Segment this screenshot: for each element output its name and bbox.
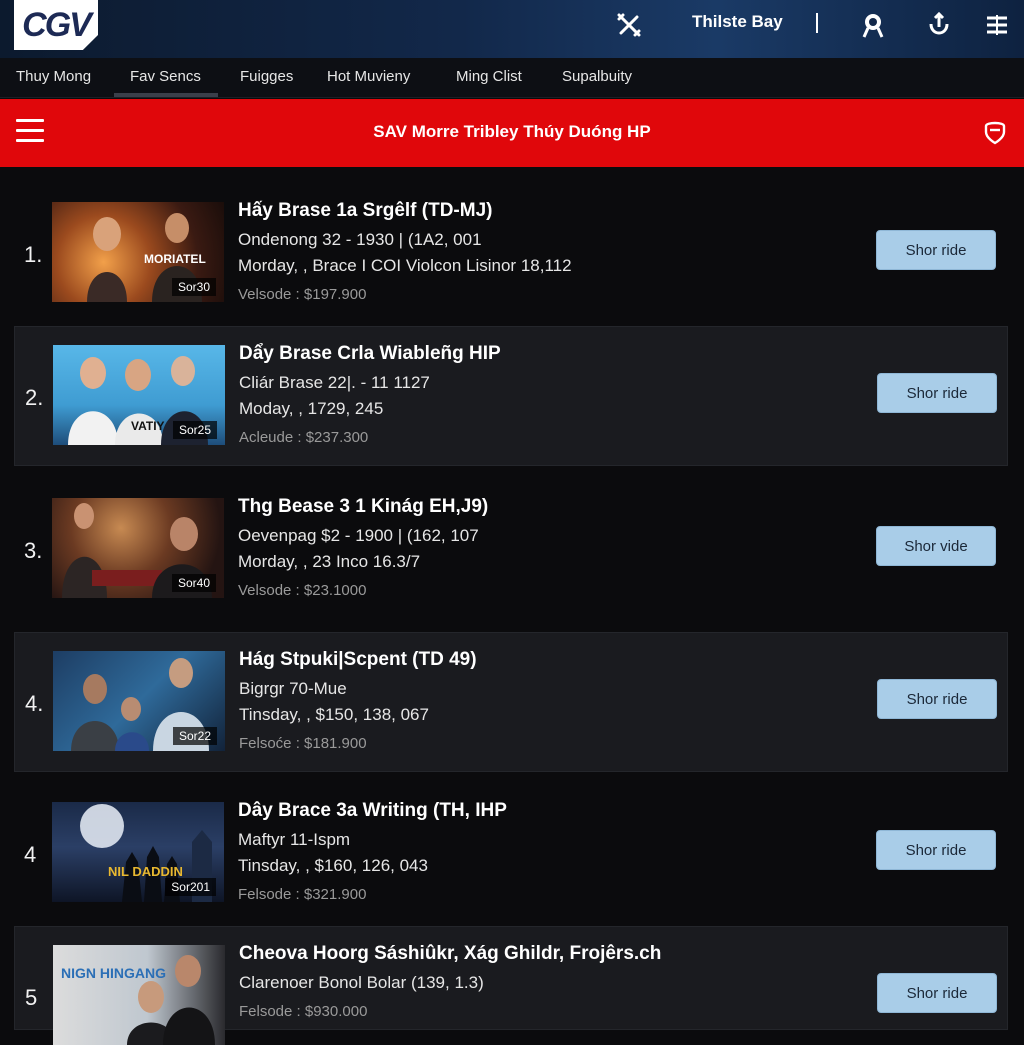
movie-schedule: Maftyr 11-Ispm xyxy=(238,830,351,849)
movie-schedule: Cliár Brase 22|. - 11 1127 xyxy=(239,373,430,392)
poster-title: NIL DADDIN xyxy=(108,864,183,879)
show-ride-button[interactable]: Shor ride xyxy=(876,830,996,870)
rank-number: 5 xyxy=(25,985,38,1010)
movie-title[interactable]: Thg Bease 3 1 Kinág EH,J9) xyxy=(238,496,488,518)
movie-details: Tinsday, , $160, 126, 043 xyxy=(238,856,428,875)
poster-title: VATIY xyxy=(131,419,165,433)
movie-schedule: Clarenoer Bonol Bolar (139, 1.3) xyxy=(239,973,484,992)
show-ride-button[interactable]: Shor ride xyxy=(877,373,997,413)
menu-icon[interactable] xyxy=(982,10,1012,40)
rank-number: 2. xyxy=(25,385,44,410)
list-item[interactable]: 4 NIL DADDIN Sor201 Dây Brace 3a Writing… xyxy=(14,784,1008,924)
show-ride-button[interactable]: Shor ride xyxy=(876,230,996,270)
movie-price: Felsoće : $181.900 xyxy=(239,735,367,752)
rank-number: 1. xyxy=(24,242,43,267)
rank-number: 3. xyxy=(24,538,43,563)
rank-number: 4 xyxy=(24,842,37,867)
showtime-badge: Sor201 xyxy=(165,878,216,896)
movie-schedule: Bigrgr 70-Mue xyxy=(239,679,347,698)
showtime-badge: Sor40 xyxy=(171,574,216,592)
poster-title: MORIATEL xyxy=(144,252,206,266)
movie-poster[interactable]: NIL DADDIN Sor201 xyxy=(52,802,224,902)
tab-thuy-mong[interactable]: Thuy Mong xyxy=(16,68,91,85)
rank-number: 4. xyxy=(25,691,44,716)
list-item[interactable]: 4. Sor22 Hág Stpuki|Scpent (TD 49) Bigrg… xyxy=(14,632,1008,772)
tab-fav-sencs[interactable]: Fav Sencs xyxy=(130,68,201,85)
movie-price: Velsode : $197.900 xyxy=(238,286,367,303)
movie-details: Morday, , 23 Inco 16.3/7 xyxy=(238,552,421,571)
tab-hot-muvieny[interactable]: Hot Muvieny xyxy=(327,68,410,85)
movie-price: Felsode : $930.000 xyxy=(239,1003,368,1020)
tools-icon[interactable] xyxy=(614,10,644,40)
movie-title[interactable]: Dây Brace 3a Writing (TH, IHP xyxy=(238,800,507,822)
shield-icon[interactable] xyxy=(982,118,1008,146)
section-banner: SAV Morre Tribley Thúy Duóng HP xyxy=(0,99,1024,167)
list-item[interactable]: 3. Sor40 Thg Bease 3 1 Kinág EH,J9) Oeve… xyxy=(14,480,1008,620)
banner-title: SAV Morre Tribley Thúy Duóng HP xyxy=(373,122,651,141)
active-tab-indicator xyxy=(114,93,218,97)
user-icon[interactable] xyxy=(858,10,888,40)
movie-price: Acleude : $237.300 xyxy=(239,429,369,446)
movie-title[interactable]: Dẩy Brase Crla Wiableñg HIP xyxy=(239,343,501,365)
movie-details: Morday, , Brace I COI Violcon Lisinor 18… xyxy=(238,256,572,275)
header-divider xyxy=(816,13,818,33)
movie-details: Tinsday, , $150, 138, 067 xyxy=(239,705,429,724)
tab-fuigges[interactable]: Fuigges xyxy=(240,68,293,85)
showtime-badge: Sor22 xyxy=(172,727,217,745)
movie-poster[interactable]: Sor22 xyxy=(53,651,225,751)
movie-poster[interactable]: MORIATEL Sor30 xyxy=(52,202,224,302)
movie-title[interactable]: Hág Stpuki|Scpent (TD 49) xyxy=(239,649,477,671)
movie-price: Felsode : $321.900 xyxy=(238,886,367,903)
nav-bar: Thuy Mong Fav Sencs Fuigges Hot Muvieny … xyxy=(0,58,1024,98)
movie-price: Velsode : $23.1000 xyxy=(238,582,367,599)
movie-poster[interactable]: Sor40 xyxy=(52,498,224,598)
top-header: CGV Thilste Bay xyxy=(0,0,1024,58)
movie-title[interactable]: Hấy Brase 1a Srgêlf (TD-MJ) xyxy=(238,200,492,222)
movie-schedule: Ondenong 32 - 1930 | (1A2, 001 xyxy=(238,230,482,249)
list-item[interactable]: 5 NIGN HINGANG Cheova Hoorg Sáshiûkr, Xá… xyxy=(14,926,1008,1045)
showtime-badge: Sor30 xyxy=(171,278,216,296)
movie-details: Moday, , 1729, 245 xyxy=(239,399,384,418)
tab-ming-clist[interactable]: Ming Clist xyxy=(456,68,522,85)
movie-poster[interactable]: VATIY Sor25 xyxy=(53,345,225,445)
movie-schedule: Oevenpag $2 - 1900 | (162, 107 xyxy=(238,526,479,545)
list-item[interactable]: 2. VATIY Sor25 Dẩy Brase Crla Wiableñg H… xyxy=(14,326,1008,466)
header-title[interactable]: Thilste Bay xyxy=(692,12,783,32)
show-ride-button[interactable]: Shor ride xyxy=(877,973,997,1013)
poster-title: NIGN HINGANG xyxy=(61,965,166,981)
movie-poster[interactable]: NIGN HINGANG xyxy=(53,945,225,1045)
showtime-badge: Sor25 xyxy=(172,421,217,439)
tab-supalbuity[interactable]: Supalbuity xyxy=(562,68,632,85)
logo-text: CGV xyxy=(22,5,92,44)
movie-title[interactable]: Cheova Hoorg Sáshiûkr, Xág Ghildr, Frojê… xyxy=(239,943,661,965)
download-icon[interactable] xyxy=(924,10,954,40)
show-vide-button[interactable]: Shor vide xyxy=(876,526,996,566)
cgv-logo[interactable]: CGV xyxy=(14,0,98,50)
show-ride-button[interactable]: Shor ride xyxy=(877,679,997,719)
list-item[interactable]: 1. MORIATEL Sor30 Hấy Brase 1a Srgêlf (T… xyxy=(14,184,1008,324)
